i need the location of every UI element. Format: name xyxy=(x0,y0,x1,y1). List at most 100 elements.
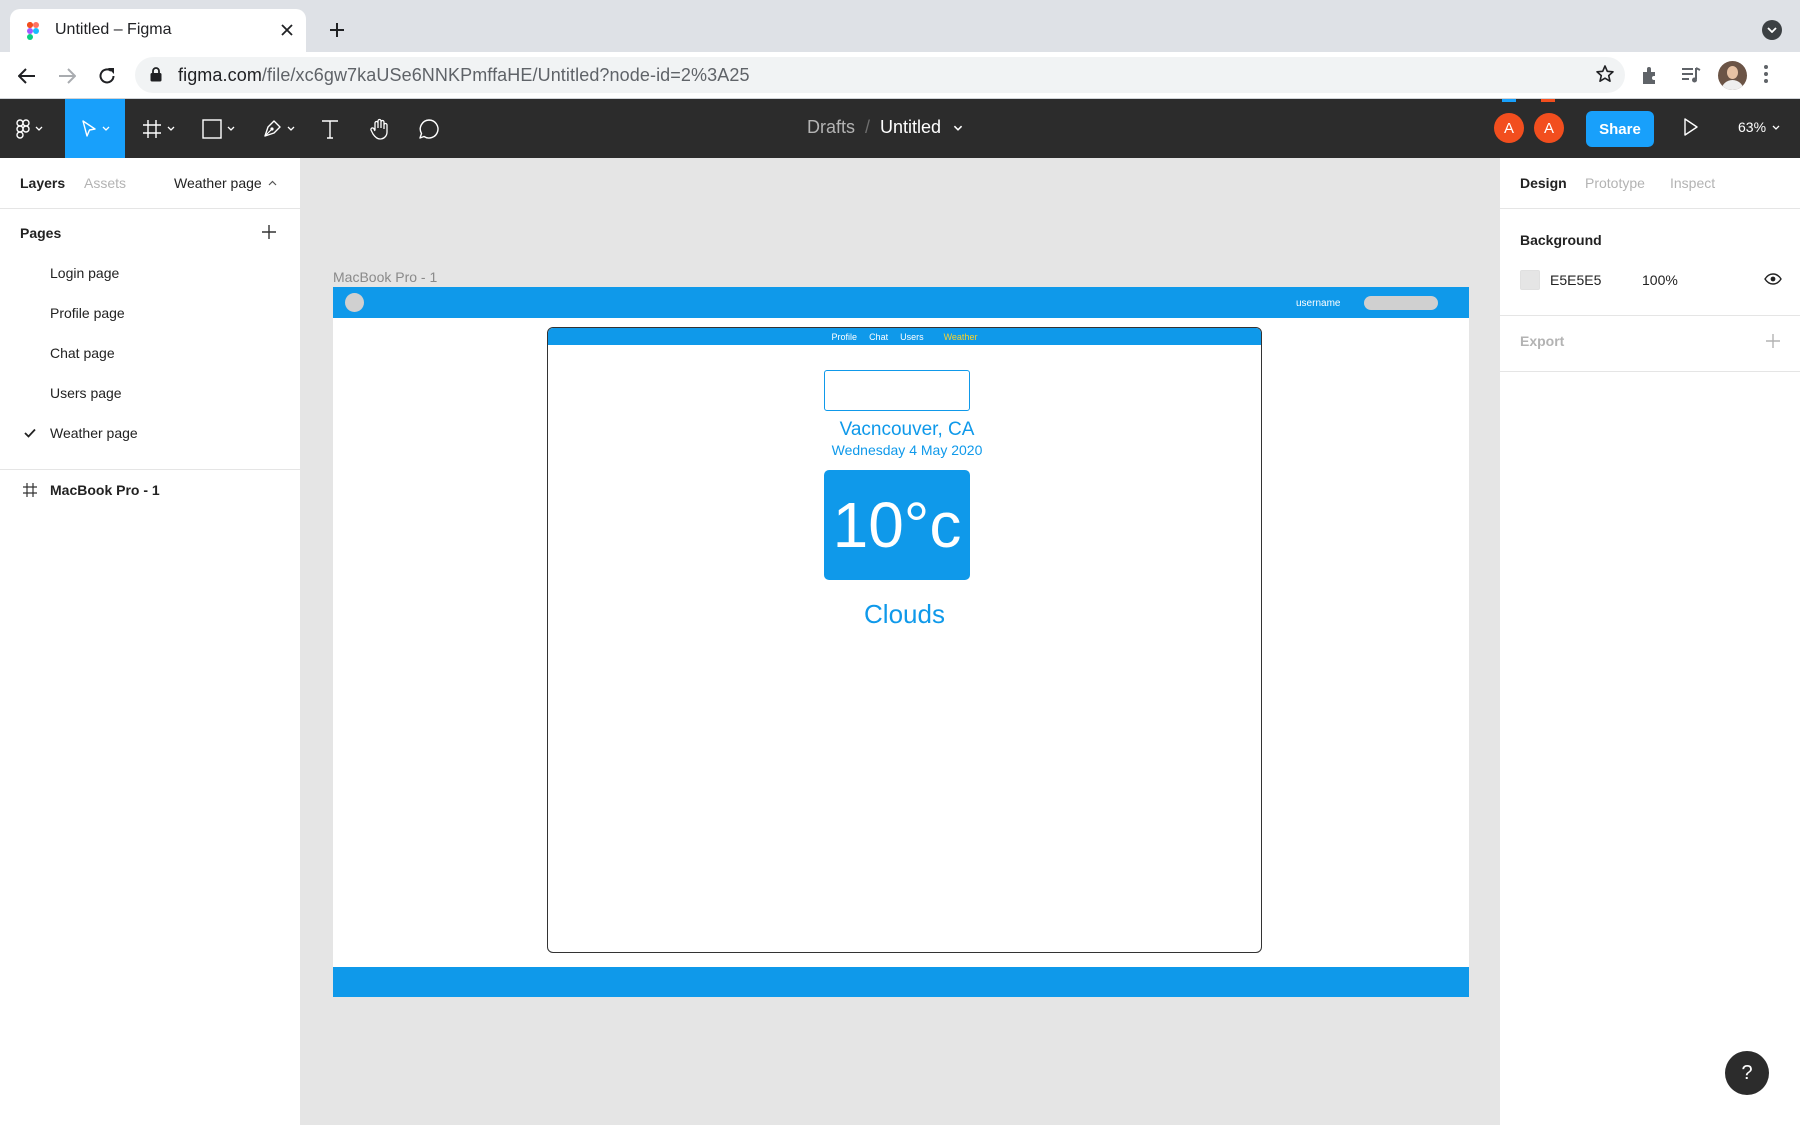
app-footer-bar xyxy=(333,967,1469,997)
page-item-label: Users page xyxy=(50,385,122,401)
hand-icon xyxy=(369,118,391,140)
export-section-header: Export xyxy=(1520,333,1565,349)
cursor-arrow-icon xyxy=(81,119,97,138)
page-selector-label: Weather page xyxy=(174,175,262,191)
page-item-chat[interactable]: Chat page xyxy=(0,334,300,374)
chevron-down-icon xyxy=(287,126,294,131)
main-menu-button[interactable] xyxy=(0,99,58,158)
tab-layers[interactable]: Layers xyxy=(20,175,65,191)
chevron-down-icon xyxy=(35,126,42,131)
tab-search-icon[interactable] xyxy=(1762,20,1782,40)
weather-date: Wednesday 4 May 2020 xyxy=(831,442,983,458)
url-path: /file/xc6gw7kaUSe6NNKPmffaHE/Untitled?no… xyxy=(261,65,750,85)
chevron-down-icon xyxy=(227,126,234,131)
comment-tool-button[interactable] xyxy=(411,99,446,158)
browser-toolbar: figma.com/file/xc6gw7kaUSe6NNKPmffaHE/Un… xyxy=(0,52,1800,99)
temperature-box: 10°c xyxy=(824,470,970,580)
collaborator-avatar[interactable]: A xyxy=(1534,113,1564,143)
chevron-down-icon xyxy=(102,126,109,131)
avatar-marker xyxy=(1502,99,1516,102)
forward-arrow-icon[interactable] xyxy=(53,62,81,90)
background-hex-input[interactable]: E5E5E5 xyxy=(1550,272,1601,288)
canvas[interactable]: MacBook Pro - 1 username Profile Chat Us… xyxy=(301,158,1499,1125)
chevron-down-icon[interactable] xyxy=(953,125,963,131)
media-control-icon[interactable] xyxy=(1680,64,1702,86)
figma-favicon-icon xyxy=(27,22,39,40)
page-item-profile[interactable]: Profile page xyxy=(0,294,300,334)
divider xyxy=(1500,315,1800,316)
visibility-eye-icon[interactable] xyxy=(1764,273,1782,285)
text-tool-button[interactable] xyxy=(312,99,347,158)
present-play-icon[interactable] xyxy=(1680,116,1700,138)
back-arrow-icon[interactable] xyxy=(13,62,41,90)
pen-tool-button[interactable] xyxy=(253,99,303,158)
new-tab-button[interactable] xyxy=(325,18,349,42)
shape-tool-button[interactable] xyxy=(193,99,243,158)
add-export-plus-icon[interactable] xyxy=(1765,333,1781,349)
tab-assets[interactable]: Assets xyxy=(84,175,126,191)
help-button[interactable]: ? xyxy=(1725,1051,1769,1095)
frame-label[interactable]: MacBook Pro - 1 xyxy=(333,269,437,285)
chevron-up-icon xyxy=(268,180,277,186)
extensions-puzzle-icon[interactable] xyxy=(1640,64,1662,86)
bookmark-star-icon[interactable] xyxy=(1595,64,1615,84)
reload-icon[interactable] xyxy=(93,62,121,90)
text-t-icon xyxy=(321,119,339,139)
background-color-swatch[interactable] xyxy=(1520,270,1540,290)
chevron-down-icon xyxy=(1772,125,1780,130)
card-nav-bar: Profile Chat Users Weather xyxy=(548,328,1261,345)
background-opacity-input[interactable]: 100% xyxy=(1642,272,1678,288)
page-item-label: Login page xyxy=(50,265,120,281)
close-tab-icon[interactable] xyxy=(276,19,298,41)
zoom-dropdown[interactable]: 63% xyxy=(1738,119,1780,135)
figma-toolbar: Drafts / Untitled A A Share 63% xyxy=(0,99,1800,158)
page-item-weather[interactable]: Weather page xyxy=(0,414,300,454)
tab-prototype[interactable]: Prototype xyxy=(1585,175,1645,191)
move-tool-button[interactable] xyxy=(65,99,125,158)
city-name: Vacncouver, CA xyxy=(839,419,975,440)
page-item-users[interactable]: Users page xyxy=(0,374,300,414)
url-text: figma.com/file/xc6gw7kaUSe6NNKPmffaHE/Un… xyxy=(178,65,750,86)
collaborator-avatar[interactable]: A xyxy=(1494,113,1524,143)
url-host: figma.com xyxy=(178,65,262,85)
browser-profile-avatar[interactable] xyxy=(1718,61,1747,90)
design-frame[interactable]: username Profile Chat Users Weather Vacn… xyxy=(333,287,1469,997)
temperature-value: 10°c xyxy=(832,489,962,561)
frame-tool-button[interactable] xyxy=(133,99,183,158)
address-bar[interactable]: figma.com/file/xc6gw7kaUSe6NNKPmffaHE/Un… xyxy=(135,57,1625,93)
nav-link-weather: Weather xyxy=(943,331,978,342)
file-name[interactable]: Untitled xyxy=(880,117,941,138)
frame-hash-icon xyxy=(142,119,162,139)
app-avatar-placeholder xyxy=(345,293,364,312)
figma-logo-icon xyxy=(15,118,30,139)
rectangle-icon xyxy=(201,118,222,139)
layers-panel-tabs: Layers Assets Weather page xyxy=(0,158,300,209)
properties-panel: Design Prototype Inspect Background E5E5… xyxy=(1499,158,1800,1125)
background-section-header: Background xyxy=(1520,232,1602,248)
layer-item-frame[interactable]: MacBook Pro - 1 xyxy=(0,470,300,510)
divider xyxy=(1500,371,1800,372)
page-item-label: Chat page xyxy=(50,345,115,361)
tab-design[interactable]: Design xyxy=(1520,175,1567,191)
comment-bubble-icon xyxy=(418,118,440,140)
browser-tab[interactable]: Untitled – Figma xyxy=(10,9,306,52)
more-vertical-icon[interactable] xyxy=(1763,64,1769,84)
app-header-bar: username xyxy=(333,287,1469,318)
add-page-plus-icon[interactable] xyxy=(261,224,277,240)
hand-tool-button[interactable] xyxy=(362,99,397,158)
breadcrumb: Drafts / Untitled xyxy=(807,117,963,138)
avatar-marker xyxy=(1541,99,1555,102)
page-item-label: Weather page xyxy=(50,425,138,441)
page-selector[interactable]: Weather page xyxy=(174,175,277,191)
share-button[interactable]: Share xyxy=(1586,111,1654,147)
profile-body xyxy=(1721,80,1744,90)
checkmark-icon xyxy=(24,428,36,438)
browser-tab-strip: Untitled – Figma xyxy=(0,0,1800,52)
breadcrumb-project[interactable]: Drafts xyxy=(807,117,855,138)
app-header-pill xyxy=(1364,296,1438,310)
layer-item-label: MacBook Pro - 1 xyxy=(50,482,160,498)
lock-icon[interactable] xyxy=(150,67,162,82)
tab-inspect[interactable]: Inspect xyxy=(1670,175,1715,191)
nav-link-profile: Profile xyxy=(831,331,858,342)
page-item-login[interactable]: Login page xyxy=(0,254,300,294)
